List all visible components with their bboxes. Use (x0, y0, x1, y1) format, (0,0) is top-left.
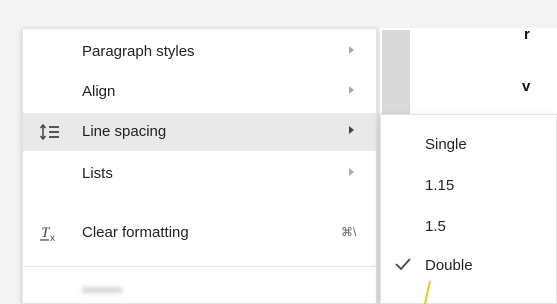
submenu-item-double[interactable]: Double (381, 246, 556, 284)
submenu-item-label: 1.5 (425, 218, 446, 235)
keyboard-shortcut: ⌘\ (341, 225, 357, 239)
submenu-item-single[interactable]: Single (381, 125, 556, 163)
document-gutter (382, 30, 410, 114)
line-spacing-icon (39, 122, 61, 142)
clear-formatting-icon: T x (39, 223, 61, 244)
menu-item-paragraph-styles[interactable]: Paragraph styles (23, 33, 376, 71)
submenu-item-1-15[interactable]: 1.15 (381, 166, 556, 204)
menu-item-label: Align (82, 83, 116, 100)
menu-item-align[interactable]: Align (23, 73, 376, 111)
menu-item-clear-formatting[interactable]: T x Clear formatting ⌘\ (23, 214, 376, 252)
submenu-item-label: Double (425, 257, 473, 274)
menu-item-lists[interactable]: Lists (23, 155, 376, 193)
submenu-item-label: Single (425, 136, 467, 153)
submenu-item-1-5[interactable]: 1.5 (381, 207, 556, 245)
menu-item-label: Lists (82, 165, 113, 182)
menu-item-obscured (82, 287, 122, 293)
menu-item-label: Line spacing (82, 123, 167, 140)
submenu-arrow-icon (349, 46, 354, 54)
checkmark-icon (393, 256, 413, 272)
menu-divider (23, 266, 376, 267)
submenu-arrow-icon (349, 168, 354, 176)
line-spacing-submenu: Single 1.15 1.5 Double (380, 114, 557, 304)
document-text-fragment: v (522, 78, 531, 95)
submenu-arrow-icon (349, 126, 354, 134)
svg-text:x: x (50, 233, 55, 243)
submenu-item-label: 1.15 (425, 177, 455, 194)
menu-item-label: Clear formatting (82, 224, 189, 241)
menu-item-line-spacing[interactable]: Line spacing (23, 113, 376, 151)
format-menu: Paragraph styles Align Line spacing List… (22, 28, 377, 304)
menu-item-label: Paragraph styles (82, 43, 195, 60)
submenu-arrow-icon (349, 86, 354, 94)
document-text-fragment: r (524, 26, 530, 43)
